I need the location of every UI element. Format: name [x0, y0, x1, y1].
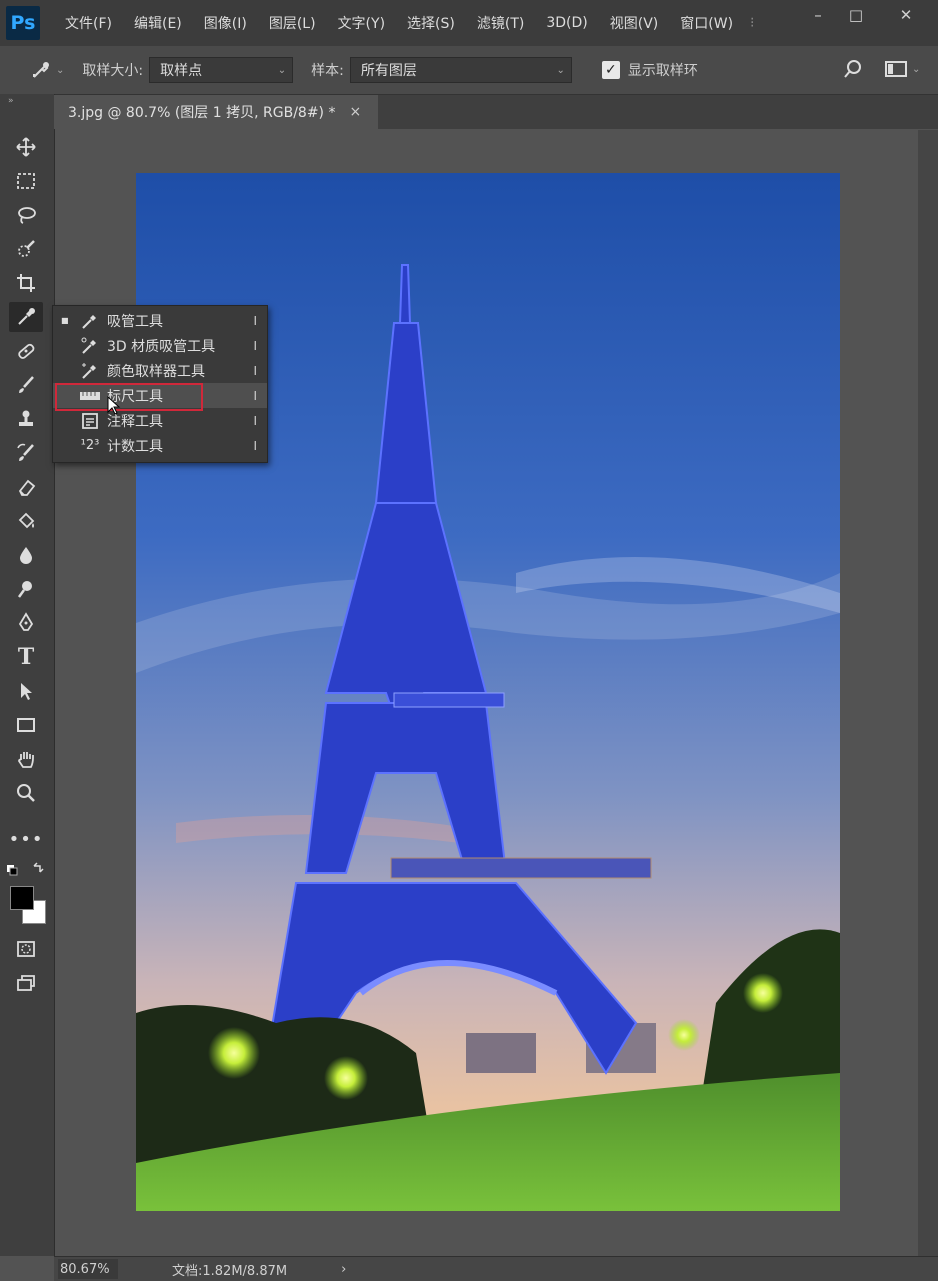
menu-overflow-icon: ⁝ — [750, 15, 755, 31]
sample-select[interactable]: 所有图层 ⌄ — [349, 57, 572, 83]
menu-image[interactable]: 图像(I) — [193, 13, 258, 33]
menu-file[interactable]: 文件(F) — [54, 13, 123, 33]
panel-collapse-icon[interactable]: » — [8, 96, 14, 106]
zoom-tool-icon[interactable] — [9, 778, 43, 808]
mouse-cursor-icon — [107, 396, 121, 415]
document-tab-strip: 3.jpg @ 80.7% (图层 1 拷贝, RGB/8#) * × — [54, 95, 938, 129]
ruler-tool-highlight-box — [55, 383, 203, 411]
document-size-info: 文档:1.82M/8.87M — [172, 1263, 288, 1279]
brush-tool-icon[interactable] — [9, 370, 43, 400]
default-colors-icon[interactable] — [6, 862, 46, 878]
pen-tool-icon[interactable] — [9, 608, 43, 638]
document-tab-title: 3.jpg @ 80.7% (图层 1 拷贝, RGB/8#) * — [68, 105, 336, 121]
flyout-item-count[interactable]: ¹2³ 计数工具 I — [53, 433, 267, 458]
vertical-scrollbar[interactable] — [918, 130, 938, 1256]
chevron-down-icon: ⌄ — [556, 64, 565, 76]
zoom-level-field[interactable]: 80.67% — [58, 1259, 118, 1279]
tools-panel: » T ••• — [0, 94, 55, 1256]
close-button[interactable]: ✕ — [888, 4, 924, 26]
dodge-tool-icon[interactable] — [9, 574, 43, 604]
menu-type[interactable]: 文字(Y) — [327, 13, 396, 33]
workspace-icon[interactable]: ⌄ — [884, 59, 920, 79]
close-tab-icon[interactable]: × — [349, 104, 361, 120]
eyedropper-tool-icon[interactable] — [9, 302, 43, 332]
menu-bar: Ps 文件(F) 编辑(E) 图像(I) 图层(L) 文字(Y) 选择(S) 滤… — [0, 0, 938, 46]
status-menu-arrow-icon[interactable]: › — [341, 1262, 346, 1277]
type-tool-icon[interactable]: T — [9, 642, 43, 672]
sample-label: 样本: — [311, 63, 344, 79]
path-selection-tool-icon[interactable] — [9, 676, 43, 706]
menu-view[interactable]: 视图(V) — [599, 13, 670, 33]
lasso-tool-icon[interactable] — [9, 200, 43, 230]
color-sampler-icon — [79, 361, 101, 381]
menu-edit[interactable]: 编辑(E) — [123, 13, 193, 33]
search-icon[interactable] — [842, 58, 864, 84]
flyout-item-color-sampler[interactable]: 颜色取样器工具 I — [53, 358, 267, 383]
3d-material-eyedropper-icon — [79, 336, 101, 356]
sample-size-select[interactable]: 取样点 ⌄ — [149, 57, 294, 83]
marquee-tool-icon[interactable] — [9, 166, 43, 196]
clone-stamp-tool-icon[interactable] — [9, 404, 43, 434]
document-tab[interactable]: 3.jpg @ 80.7% (图层 1 拷贝, RGB/8#) * × — [54, 95, 378, 129]
menu-window[interactable]: 窗口(W) — [669, 13, 744, 33]
eyedropper-icon — [79, 311, 101, 331]
chevron-down-icon: ⌄ — [277, 64, 287, 76]
sample-size-value: 取样点 — [160, 63, 203, 79]
status-bar: 80.67% 文档:1.82M/8.87M › — [54, 1256, 938, 1281]
quick-mask-icon[interactable] — [9, 934, 43, 964]
flyout-item-3d-material-eyedropper[interactable]: 3D 材质吸管工具 I — [53, 333, 267, 358]
eraser-tool-icon[interactable] — [9, 472, 43, 502]
quick-selection-tool-icon[interactable] — [9, 234, 43, 264]
eyedropper-preset-icon[interactable]: ⌄ — [30, 59, 64, 81]
sample-size-label: 取样大小: — [82, 63, 144, 79]
count-icon: ¹2³ — [80, 438, 100, 453]
menu-layer[interactable]: 图层(L) — [258, 13, 327, 33]
flyout-item-note[interactable]: 注释工具 I — [53, 408, 267, 433]
show-ring-checkbox[interactable]: ✓ — [601, 61, 620, 79]
note-icon — [79, 411, 101, 431]
sample-value: 所有图层 — [360, 63, 417, 79]
crop-tool-icon[interactable] — [9, 268, 43, 298]
menu-select[interactable]: 选择(S) — [396, 13, 466, 33]
more-tools-icon[interactable]: ••• — [9, 824, 43, 854]
maximize-button[interactable]: □ — [838, 4, 874, 26]
minimize-button[interactable]: – — [800, 4, 836, 26]
options-bar: ⌄ 取样大小: 取样点 ⌄ 样本: 所有图层 ⌄ ✓ 显示取样环 ⌄ — [0, 46, 938, 95]
photoshop-logo: Ps — [6, 6, 40, 40]
blur-tool-icon[interactable] — [9, 540, 43, 570]
rectangle-tool-icon[interactable] — [9, 710, 43, 740]
menu-filter[interactable]: 滤镜(T) — [466, 13, 535, 33]
paint-bucket-tool-icon[interactable] — [9, 506, 43, 536]
hand-tool-icon[interactable] — [9, 744, 43, 774]
screen-mode-icon[interactable] — [9, 968, 43, 998]
selected-bullet-icon: ■ — [61, 316, 69, 325]
foreground-color-swatch[interactable] — [10, 886, 34, 910]
menu-3d[interactable]: 3D(D) — [535, 15, 598, 31]
flyout-item-eyedropper[interactable]: ■ 吸管工具 I — [53, 308, 267, 333]
history-brush-tool-icon[interactable] — [9, 438, 43, 468]
move-tool-icon[interactable] — [9, 132, 43, 162]
healing-brush-tool-icon[interactable] — [9, 336, 43, 366]
show-ring-label: 显示取样环 — [627, 63, 698, 79]
